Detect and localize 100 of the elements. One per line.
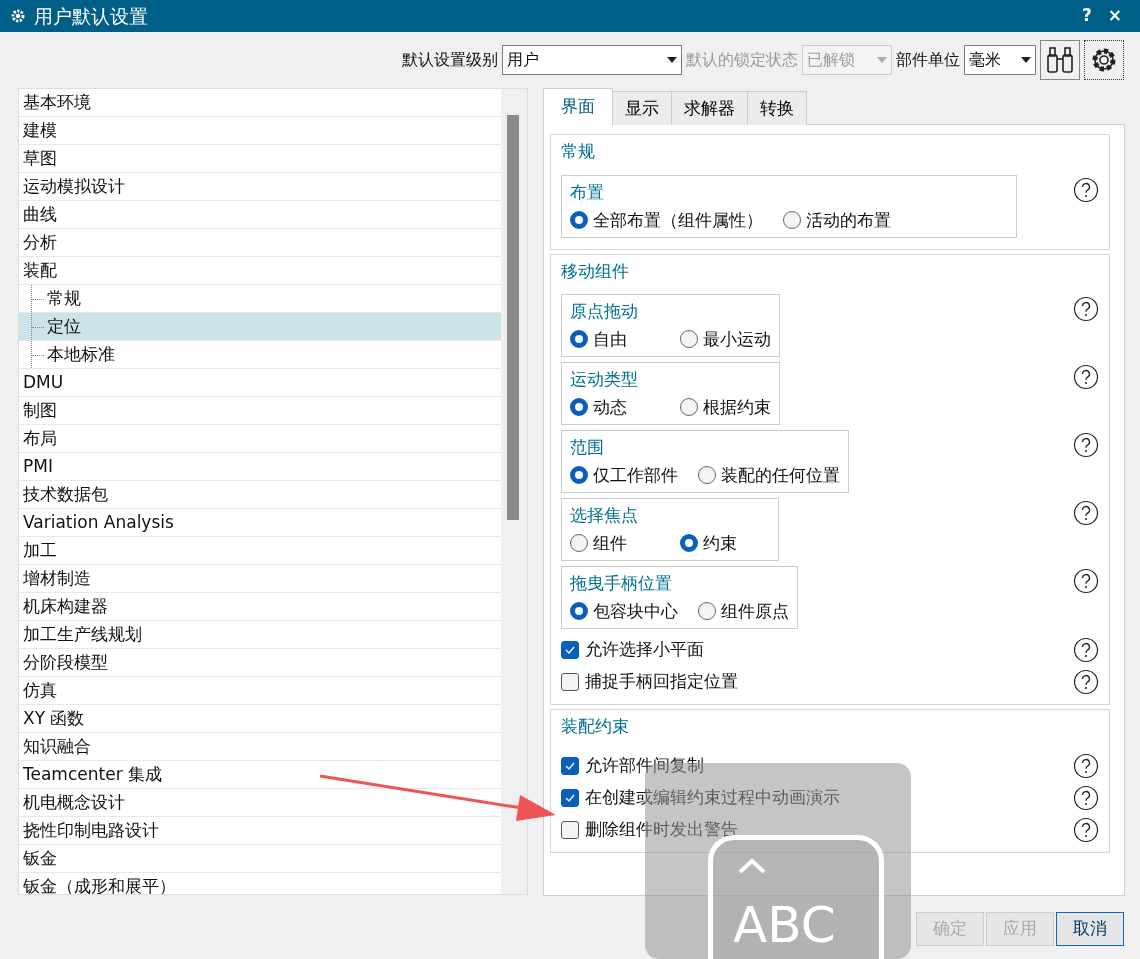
- list-item[interactable]: 制图: [19, 397, 501, 425]
- group-title: 原点拖动: [570, 300, 639, 323]
- group-title: 选择焦点: [570, 504, 639, 527]
- checkbox[interactable]: [561, 756, 579, 775]
- checkbox[interactable]: [561, 673, 579, 691]
- checkbox-label: 在创建或编辑约束过程中动画演示: [585, 785, 840, 809]
- binoculars-icon: [1045, 45, 1075, 75]
- list-item[interactable]: 仿真: [19, 677, 501, 705]
- group-title: 拖曳手柄位置: [570, 572, 673, 595]
- help-icon[interactable]: [1073, 637, 1099, 663]
- radio-button[interactable]: [570, 534, 588, 552]
- close-button[interactable]: ×: [1099, 3, 1130, 29]
- radio-option[interactable]: 约束: [680, 528, 770, 558]
- radio-button[interactable]: [680, 534, 698, 552]
- dialog-button[interactable]: 取消: [1056, 912, 1124, 946]
- check-icon: [565, 793, 575, 802]
- settings-button[interactable]: [1084, 40, 1124, 80]
- units-dropdown[interactable]: 毫米: [964, 45, 1036, 75]
- radio-option[interactable]: 最小运动: [680, 324, 771, 354]
- list-item[interactable]: PMI: [19, 453, 501, 481]
- list-item[interactable]: 增材制造: [19, 565, 501, 593]
- radio-option[interactable]: 活动的布置: [783, 204, 891, 235]
- help-icon[interactable]: [1073, 296, 1099, 322]
- list-item[interactable]: Teamcenter 集成: [19, 761, 501, 789]
- list-item[interactable]: 基本环境: [19, 89, 501, 117]
- help-icon[interactable]: [1073, 364, 1099, 390]
- radio-button[interactable]: [783, 210, 801, 229]
- tree-item[interactable]: 本地标准: [19, 341, 501, 369]
- field-label: 部件单位: [896, 49, 960, 71]
- caret-icon: [1021, 57, 1031, 63]
- radio-option[interactable]: 包容块中心: [570, 596, 678, 626]
- group-title: 布置: [570, 180, 605, 204]
- check-icon: [565, 761, 575, 770]
- list-item[interactable]: 布局: [19, 425, 501, 453]
- help-icon[interactable]: [1073, 568, 1099, 594]
- tab[interactable]: 求解器: [671, 91, 748, 125]
- list-item[interactable]: 草图: [19, 145, 501, 173]
- radio-option[interactable]: 根据约束: [680, 392, 771, 422]
- help-icon[interactable]: [1073, 432, 1099, 458]
- tab[interactable]: 转换: [747, 91, 807, 125]
- list-item[interactable]: Variation Analysis: [19, 509, 501, 537]
- radio-option[interactable]: 装配的任何位置: [698, 460, 840, 490]
- tab[interactable]: 界面: [543, 88, 613, 125]
- list-item[interactable]: 加工生产线规划: [19, 621, 501, 649]
- tree-item[interactable]: 定位: [19, 313, 501, 341]
- group-title: 范围: [570, 436, 605, 459]
- help-icon[interactable]: [1073, 176, 1099, 203]
- radio-option[interactable]: 组件原点: [698, 596, 789, 626]
- list-item[interactable]: 技术数据包: [19, 481, 501, 509]
- list-item[interactable]: 分阶段模型: [19, 649, 501, 677]
- radio-option[interactable]: 动态: [570, 392, 660, 422]
- radio-button[interactable]: [570, 210, 588, 229]
- help-icon[interactable]: [1073, 752, 1099, 779]
- checkbox[interactable]: [561, 820, 579, 839]
- radio-button[interactable]: [680, 398, 698, 416]
- list-item[interactable]: 运动模拟设计: [19, 173, 501, 201]
- list-item[interactable]: 钣金: [19, 845, 501, 873]
- field-label: 默认的锁定状态: [686, 49, 798, 71]
- list-item[interactable]: 机电概念设计: [19, 789, 501, 817]
- help-icon[interactable]: [1073, 669, 1099, 695]
- help-icon[interactable]: [1073, 784, 1099, 811]
- list-item[interactable]: 机床构建器: [19, 593, 501, 621]
- group-title: 运动类型: [570, 368, 639, 391]
- caret-icon: [877, 57, 887, 63]
- tab[interactable]: 显示: [612, 91, 672, 125]
- level-dropdown[interactable]: 用户: [502, 45, 682, 75]
- list-item[interactable]: 知识融合: [19, 733, 501, 761]
- field-label: 默认设置级别: [402, 49, 498, 71]
- radio-option[interactable]: 自由: [570, 324, 660, 354]
- section-title: 装配约束: [561, 715, 630, 738]
- help-icon[interactable]: [1073, 500, 1099, 526]
- radio-button[interactable]: [570, 466, 588, 484]
- list-item[interactable]: 曲线: [19, 201, 501, 229]
- radio-button[interactable]: [698, 602, 716, 620]
- radio-button[interactable]: [698, 466, 716, 484]
- help-icon[interactable]: [1073, 816, 1099, 843]
- list-item[interactable]: XY 函数: [19, 705, 501, 733]
- list-item[interactable]: 加工: [19, 537, 501, 565]
- checkbox[interactable]: [561, 641, 579, 659]
- binoculars-button[interactable]: [1040, 40, 1080, 80]
- radio-option[interactable]: 全部布置（组件属性）: [570, 204, 763, 235]
- radio-option[interactable]: 仅工作部件: [570, 460, 678, 490]
- list-item[interactable]: 建模: [19, 117, 501, 145]
- list-item[interactable]: 挠性印制电路设计: [19, 817, 501, 845]
- radio-button[interactable]: [680, 330, 698, 348]
- radio-option[interactable]: 组件: [570, 528, 660, 558]
- gear-icon: [10, 8, 26, 24]
- list-item[interactable]: 分析: [19, 229, 501, 257]
- window-title: 用户默认设置: [34, 3, 148, 29]
- scrollbar-thumb[interactable]: [507, 115, 519, 520]
- list-item[interactable]: DMU: [19, 369, 501, 397]
- help-button[interactable]: ?: [1073, 3, 1100, 29]
- radio-button[interactable]: [570, 398, 588, 416]
- ime-label: ABC: [733, 900, 836, 950]
- check-icon: [565, 646, 575, 654]
- radio-button[interactable]: [570, 602, 588, 620]
- caret-icon: [667, 57, 677, 63]
- list-item[interactable]: 装配: [19, 257, 501, 285]
- radio-button[interactable]: [570, 330, 588, 348]
- checkbox[interactable]: [561, 788, 579, 807]
